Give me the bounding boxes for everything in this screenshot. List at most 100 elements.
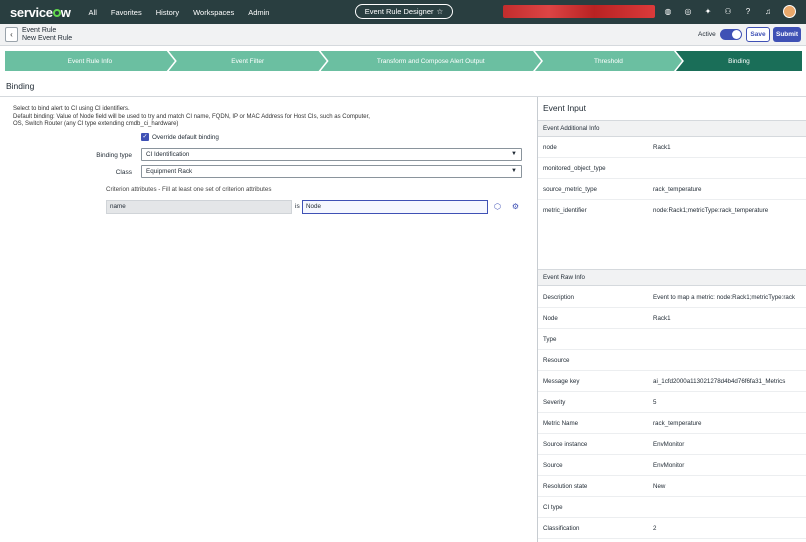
additional-info-header: Event Additional Info <box>538 120 806 137</box>
form-header: ‹ Event Rule New Event Rule Active Save … <box>0 24 806 46</box>
info-key: source_metric_type <box>543 186 597 193</box>
info-key: Metric Name <box>543 420 579 427</box>
list-item: Type <box>538 329 806 350</box>
binding-type-select[interactable]: CI Identification ▼ <box>141 148 522 161</box>
info-value: 5 <box>653 399 657 406</box>
criterion-value-input[interactable]: Node <box>302 200 488 214</box>
help-line-3: OS, Switch Router (any CI type extending… <box>13 121 179 127</box>
submit-button[interactable]: Submit <box>773 27 801 42</box>
info-key: Source instance <box>543 441 588 448</box>
sparkle-icon[interactable]: ✦ <box>703 7 713 16</box>
form-title-line2: New Event Rule <box>22 35 73 42</box>
info-value: New <box>653 483 666 490</box>
info-key: Node <box>543 315 558 322</box>
class-select[interactable]: Equipment Rack ▼ <box>141 165 522 178</box>
list-item: Classification 2 <box>538 518 806 539</box>
globe-icon[interactable]: ◍ <box>663 7 673 16</box>
avatar[interactable] <box>783 5 796 18</box>
list-item: metric_identifier node:Rack1;metricType:r… <box>538 200 806 221</box>
step-transform-compose[interactable]: Transform and Compose Alert Output <box>321 51 541 71</box>
info-value: rack_temperature <box>653 420 702 427</box>
class-label: Class <box>115 169 132 176</box>
star-icon[interactable]: ☆ <box>437 7 444 16</box>
caret-down-icon: ▼ <box>511 168 517 174</box>
back-button[interactable]: ‹ <box>5 27 18 42</box>
app-title: Event Rule Designer <box>364 7 434 16</box>
event-input-panel: Event Input Event Additional Info node Ra… <box>537 97 806 542</box>
list-item: Severity 5 <box>538 392 806 413</box>
info-key: Resolution state <box>543 483 588 490</box>
list-item: Node Rack1 <box>538 308 806 329</box>
help-circle-icon[interactable]: ◎ <box>683 7 693 16</box>
binding-type-value: CI Identification <box>146 151 190 158</box>
criterion-operator: is <box>295 203 300 210</box>
info-value: EnvMonitor <box>653 462 685 469</box>
list-item: source_metric_type rack_temperature <box>538 179 806 200</box>
help-line-1: Select to bind alert to CI using CI iden… <box>13 106 130 112</box>
nav-favorites[interactable]: Favorites <box>111 8 142 17</box>
active-toggle[interactable] <box>720 29 742 40</box>
bell-icon[interactable]: ♫ <box>763 7 773 16</box>
class-value: Equipment Rack <box>146 168 193 175</box>
event-input-title: Event Input <box>543 103 587 113</box>
info-key: Resource <box>543 357 570 364</box>
list-item: node Rack1 <box>538 137 806 158</box>
info-value: node:Rack1;metricType:rack_temperature <box>653 207 769 214</box>
step-binding[interactable]: Binding <box>675 51 802 71</box>
list-item: Source instance EnvMonitor <box>538 434 806 455</box>
app-title-pill[interactable]: Event Rule Designer ☆ <box>355 4 453 19</box>
list-item: Metric Name rack_temperature <box>538 413 806 434</box>
binding-type-label: Binding type <box>96 152 132 159</box>
list-item: CI type <box>538 497 806 518</box>
chevron-left-icon: ‹ <box>10 30 13 39</box>
info-key: monitored_object_type <box>543 165 606 172</box>
settings-icon[interactable]: ⚙ <box>511 202 520 211</box>
nav-icons: ◍ ◎ ✦ ⚇ ? ♫ <box>663 5 796 18</box>
question-icon[interactable]: ? <box>743 7 753 16</box>
info-key: Source <box>543 462 563 469</box>
caret-down-icon: ▼ <box>511 151 517 157</box>
info-key: metric_identifier <box>543 207 587 214</box>
checkbox-checked-icon[interactable]: ✓ <box>141 133 149 141</box>
info-key: Message key <box>543 378 580 385</box>
redacted-area <box>503 5 655 18</box>
info-key: Type <box>543 336 557 343</box>
override-default-binding[interactable]: ✓ Override default binding <box>141 133 219 141</box>
nav-history[interactable]: History <box>156 8 179 17</box>
data-pill-icon[interactable]: ⬡ <box>493 202 502 211</box>
info-key: Classification <box>543 525 580 532</box>
nav-admin[interactable]: Admin <box>248 8 269 17</box>
info-value: rack_temperature <box>653 186 702 193</box>
info-key: Description <box>543 294 574 301</box>
form-title-line1: Event Rule <box>22 27 57 34</box>
progress-steps: Event Rule Info Event Filter Transform a… <box>5 51 802 71</box>
nav-workspaces[interactable]: Workspaces <box>193 8 234 17</box>
list-item: Description Event to map a metric: node:R… <box>538 287 806 308</box>
step-threshold[interactable]: Threshold <box>535 51 682 71</box>
nav-all[interactable]: All <box>89 8 97 17</box>
raw-info-header: Event Raw Info <box>538 269 806 286</box>
info-value: ai_1cfd2000a113021278d4b4d76f6fa31_Metri… <box>653 378 786 385</box>
top-nav: service w All Favorites History Workspace… <box>0 0 806 24</box>
list-item: Message key ai_1cfd2000a113021278d4b4d76f… <box>538 371 806 392</box>
info-value: Event to map a metric: node:Rack1;metric… <box>653 294 796 301</box>
list-item: monitored_object_type <box>538 158 806 179</box>
nav-menu: All Favorites History Workspaces Admin <box>89 8 284 17</box>
step-event-filter[interactable]: Event Filter <box>169 51 327 71</box>
list-item: Resolution state New <box>538 476 806 497</box>
servicenow-logo[interactable]: service w <box>10 5 71 20</box>
section-title: Binding <box>6 81 35 91</box>
override-label: Override default binding <box>152 133 219 141</box>
binding-help-text: Select to bind alert to CI using CI iden… <box>13 106 403 129</box>
criterion-label: Criterion attributes - Fill at least one… <box>106 186 272 193</box>
step-event-rule-info[interactable]: Event Rule Info <box>5 51 175 71</box>
chat-icon[interactable]: ⚇ <box>723 7 733 16</box>
save-button[interactable]: Save <box>746 27 770 42</box>
list-item: Resource <box>538 350 806 371</box>
help-line-2: Default binding: Value of Node field wil… <box>13 113 370 120</box>
info-key: CI type <box>543 504 563 511</box>
info-key: node <box>543 144 557 151</box>
info-value: EnvMonitor <box>653 441 685 448</box>
list-item: Source EnvMonitor <box>538 455 806 476</box>
info-value: 2 <box>653 525 657 532</box>
